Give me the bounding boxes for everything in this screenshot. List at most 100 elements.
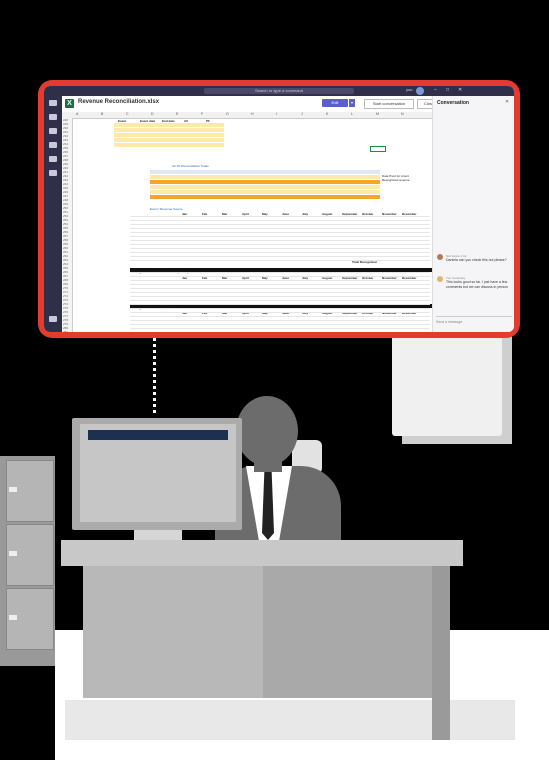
desk-leg bbox=[432, 566, 450, 740]
grid-line bbox=[130, 296, 430, 297]
teams-icon[interactable] bbox=[49, 128, 57, 134]
grid-line bbox=[130, 224, 430, 225]
maximize-icon[interactable]: □ bbox=[446, 87, 449, 93]
section-title: AV PF Reconciliation Totals bbox=[172, 164, 209, 168]
grid-line bbox=[130, 300, 430, 301]
column-letter[interactable]: J bbox=[301, 112, 303, 116]
column-letter[interactable]: F bbox=[201, 112, 203, 116]
chat-icon[interactable] bbox=[49, 114, 57, 120]
grid-line bbox=[130, 216, 430, 217]
drawer-handle bbox=[9, 615, 17, 620]
column-letter[interactable]: C bbox=[126, 112, 129, 116]
close-icon[interactable]: ✕ bbox=[505, 99, 509, 105]
grid-line bbox=[130, 328, 430, 329]
grid-line bbox=[130, 260, 430, 261]
column-letter[interactable]: K bbox=[326, 112, 328, 116]
column-letter[interactable]: B bbox=[101, 112, 103, 116]
row-number[interactable]: 281 bbox=[63, 330, 68, 332]
desk-monitor-stripe bbox=[88, 430, 228, 440]
title-bar: Search or type a command you – □ ✕ bbox=[44, 86, 514, 96]
column-letter[interactable]: I bbox=[276, 112, 277, 116]
highlight-band bbox=[114, 133, 224, 137]
grid-line bbox=[130, 292, 430, 293]
table-header-cell: End date bbox=[162, 119, 175, 123]
highlight-band bbox=[150, 175, 380, 179]
spreadsheet[interactable]: A B C D E F G H I J K L M N 228 229 230 231 232 233 234 235 2… bbox=[62, 112, 432, 332]
drawer-handle bbox=[9, 487, 17, 492]
grid-line bbox=[130, 320, 430, 321]
teams-window: Search or type a command you – □ ✕ X Rev… bbox=[44, 86, 514, 332]
desk-inner-panel bbox=[83, 566, 263, 698]
files-icon[interactable] bbox=[49, 156, 57, 162]
edit-button[interactable]: Edit bbox=[322, 99, 348, 107]
file-header: X Revenue Reconciliation.xlsx Edit ▾ Sta… bbox=[62, 96, 441, 113]
conversation-title: Conversation bbox=[437, 100, 469, 106]
column-letter[interactable]: L bbox=[351, 112, 353, 116]
grid-line bbox=[130, 220, 430, 221]
avatar bbox=[437, 254, 443, 260]
person-head bbox=[236, 396, 298, 466]
cabinet-drawer bbox=[6, 460, 54, 522]
app-rail bbox=[44, 96, 62, 332]
excel-icon: X bbox=[65, 99, 74, 108]
grid-line bbox=[130, 276, 430, 277]
avatar[interactable] bbox=[416, 87, 424, 95]
grid-line bbox=[130, 324, 430, 325]
grid-line bbox=[130, 316, 430, 317]
file-title: Revenue Reconciliation.xlsx bbox=[78, 99, 160, 105]
sub-header: Event / Revenue Source bbox=[150, 207, 183, 211]
grid-line bbox=[130, 252, 430, 253]
grid-line bbox=[130, 304, 430, 305]
edit-dropdown-icon[interactable]: ▾ bbox=[349, 99, 355, 107]
cabinet-drawer bbox=[6, 524, 54, 586]
header-band bbox=[150, 170, 380, 174]
cabinet-drawer bbox=[6, 588, 54, 650]
grid-line bbox=[130, 280, 430, 281]
grid-line bbox=[130, 288, 430, 289]
note-text: Data Pivot for Amort Recognized revenue bbox=[382, 174, 410, 182]
grid-line bbox=[130, 256, 430, 257]
column-letter[interactable]: A bbox=[76, 112, 78, 116]
grid-line bbox=[130, 232, 430, 233]
close-window-icon[interactable]: ✕ bbox=[458, 87, 462, 93]
activity-icon[interactable] bbox=[49, 100, 57, 106]
screen-frame: Search or type a command you – □ ✕ X Rev… bbox=[38, 80, 520, 338]
column-headers: A B C D E F G H I J K L M N bbox=[62, 112, 432, 119]
column-letter[interactable]: H bbox=[251, 112, 254, 116]
help-icon[interactable] bbox=[49, 316, 57, 322]
grid-line bbox=[130, 308, 430, 309]
highlight-band bbox=[114, 128, 224, 132]
table-header-cell: AV bbox=[184, 119, 188, 123]
start-conversation-button[interactable]: Start conversation bbox=[364, 99, 414, 109]
highlight-band bbox=[150, 185, 380, 189]
column-letter[interactable]: G bbox=[226, 112, 229, 116]
search-input[interactable]: Search or type a command bbox=[204, 88, 354, 94]
conversation-panel: Conversation ✕ Nat Vance 1:12 Daniela ca… bbox=[432, 96, 514, 332]
grid-line bbox=[130, 240, 430, 241]
column-letter[interactable]: E bbox=[176, 112, 178, 116]
highlight-band bbox=[114, 138, 224, 142]
highlight-band bbox=[114, 123, 224, 127]
message-input[interactable]: Send a message bbox=[436, 316, 512, 327]
column-letter[interactable]: D bbox=[151, 112, 154, 116]
message-item: Nat Vance 1:12 Daniela can you check thi… bbox=[437, 254, 511, 274]
calendar-icon[interactable] bbox=[49, 142, 57, 148]
connector-dots bbox=[153, 338, 156, 416]
table-header-cell: PF bbox=[206, 119, 210, 123]
grid-line bbox=[130, 228, 430, 229]
grid-line bbox=[130, 284, 430, 285]
minimize-icon[interactable]: – bbox=[434, 87, 437, 93]
desk-top bbox=[61, 540, 463, 566]
column-letter[interactable]: N bbox=[401, 112, 404, 116]
column-letter[interactable]: M bbox=[376, 112, 379, 116]
grid-line bbox=[130, 244, 430, 245]
grid-line bbox=[130, 272, 430, 273]
filing-cabinet bbox=[0, 456, 55, 666]
drawer-handle bbox=[9, 551, 17, 556]
row-numbers: 228 229 230 231 232 233 234 235 236 237 238 239 240 2… bbox=[62, 118, 73, 332]
user-label: you bbox=[406, 87, 413, 92]
cell-selection[interactable] bbox=[370, 146, 386, 152]
table-header-cell: Event date bbox=[140, 119, 156, 123]
table-header-cell: Event bbox=[118, 119, 127, 123]
more-apps-icon[interactable] bbox=[49, 170, 57, 176]
